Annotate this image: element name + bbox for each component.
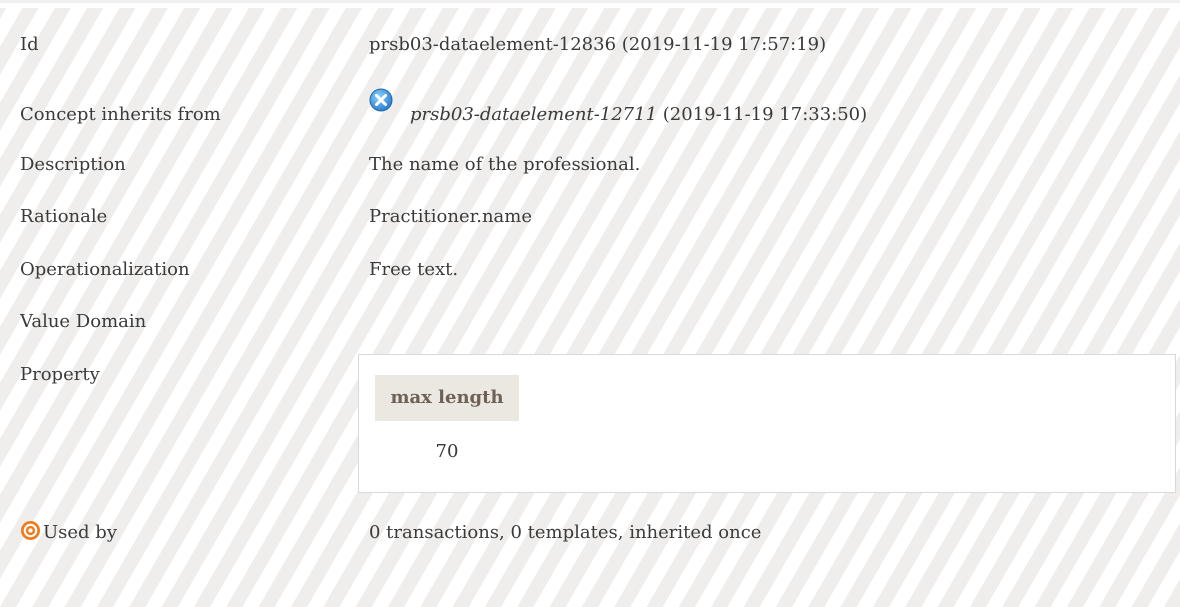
used-by-label: Used by: [43, 522, 117, 543]
top-border: [0, 0, 1180, 3]
inherits-date: (2019-11-19 17:33:50): [657, 104, 868, 125]
rationale-label: Rationale: [20, 206, 108, 227]
property-column-value: 70: [435, 441, 459, 462]
rationale-value: Practitioner.name: [369, 206, 532, 227]
value-domain-label: Value Domain: [20, 311, 147, 332]
inherits-label: Concept inherits from: [20, 104, 221, 125]
operationalization-value: Free text.: [369, 259, 459, 280]
concept-details-panel: Id prsb03-dataelement-12836 (2019-11-19 …: [0, 8, 1180, 607]
used-by-value: 0 transactions, 0 templates, inherited o…: [369, 522, 762, 543]
used-by-label-wrap: Used by: [20, 520, 117, 546]
inherits-value: prsb03-dataelement-12711 (2019-11-19 17:…: [369, 88, 868, 128]
id-label: Id: [20, 34, 39, 55]
description-label: Description: [20, 154, 126, 175]
property-column-header: max length: [375, 375, 519, 421]
property-label: Property: [20, 364, 100, 385]
id-value: prsb03-dataelement-12836 (2019-11-19 17:…: [369, 34, 827, 55]
inherit-x-icon[interactable]: [369, 88, 393, 112]
inherits-link[interactable]: prsb03-dataelement-12711: [410, 104, 657, 125]
target-icon[interactable]: [20, 520, 41, 541]
description-value: The name of the professional.: [369, 154, 641, 175]
property-table: max length 70: [358, 354, 1176, 493]
operationalization-label: Operationalization: [20, 259, 190, 280]
